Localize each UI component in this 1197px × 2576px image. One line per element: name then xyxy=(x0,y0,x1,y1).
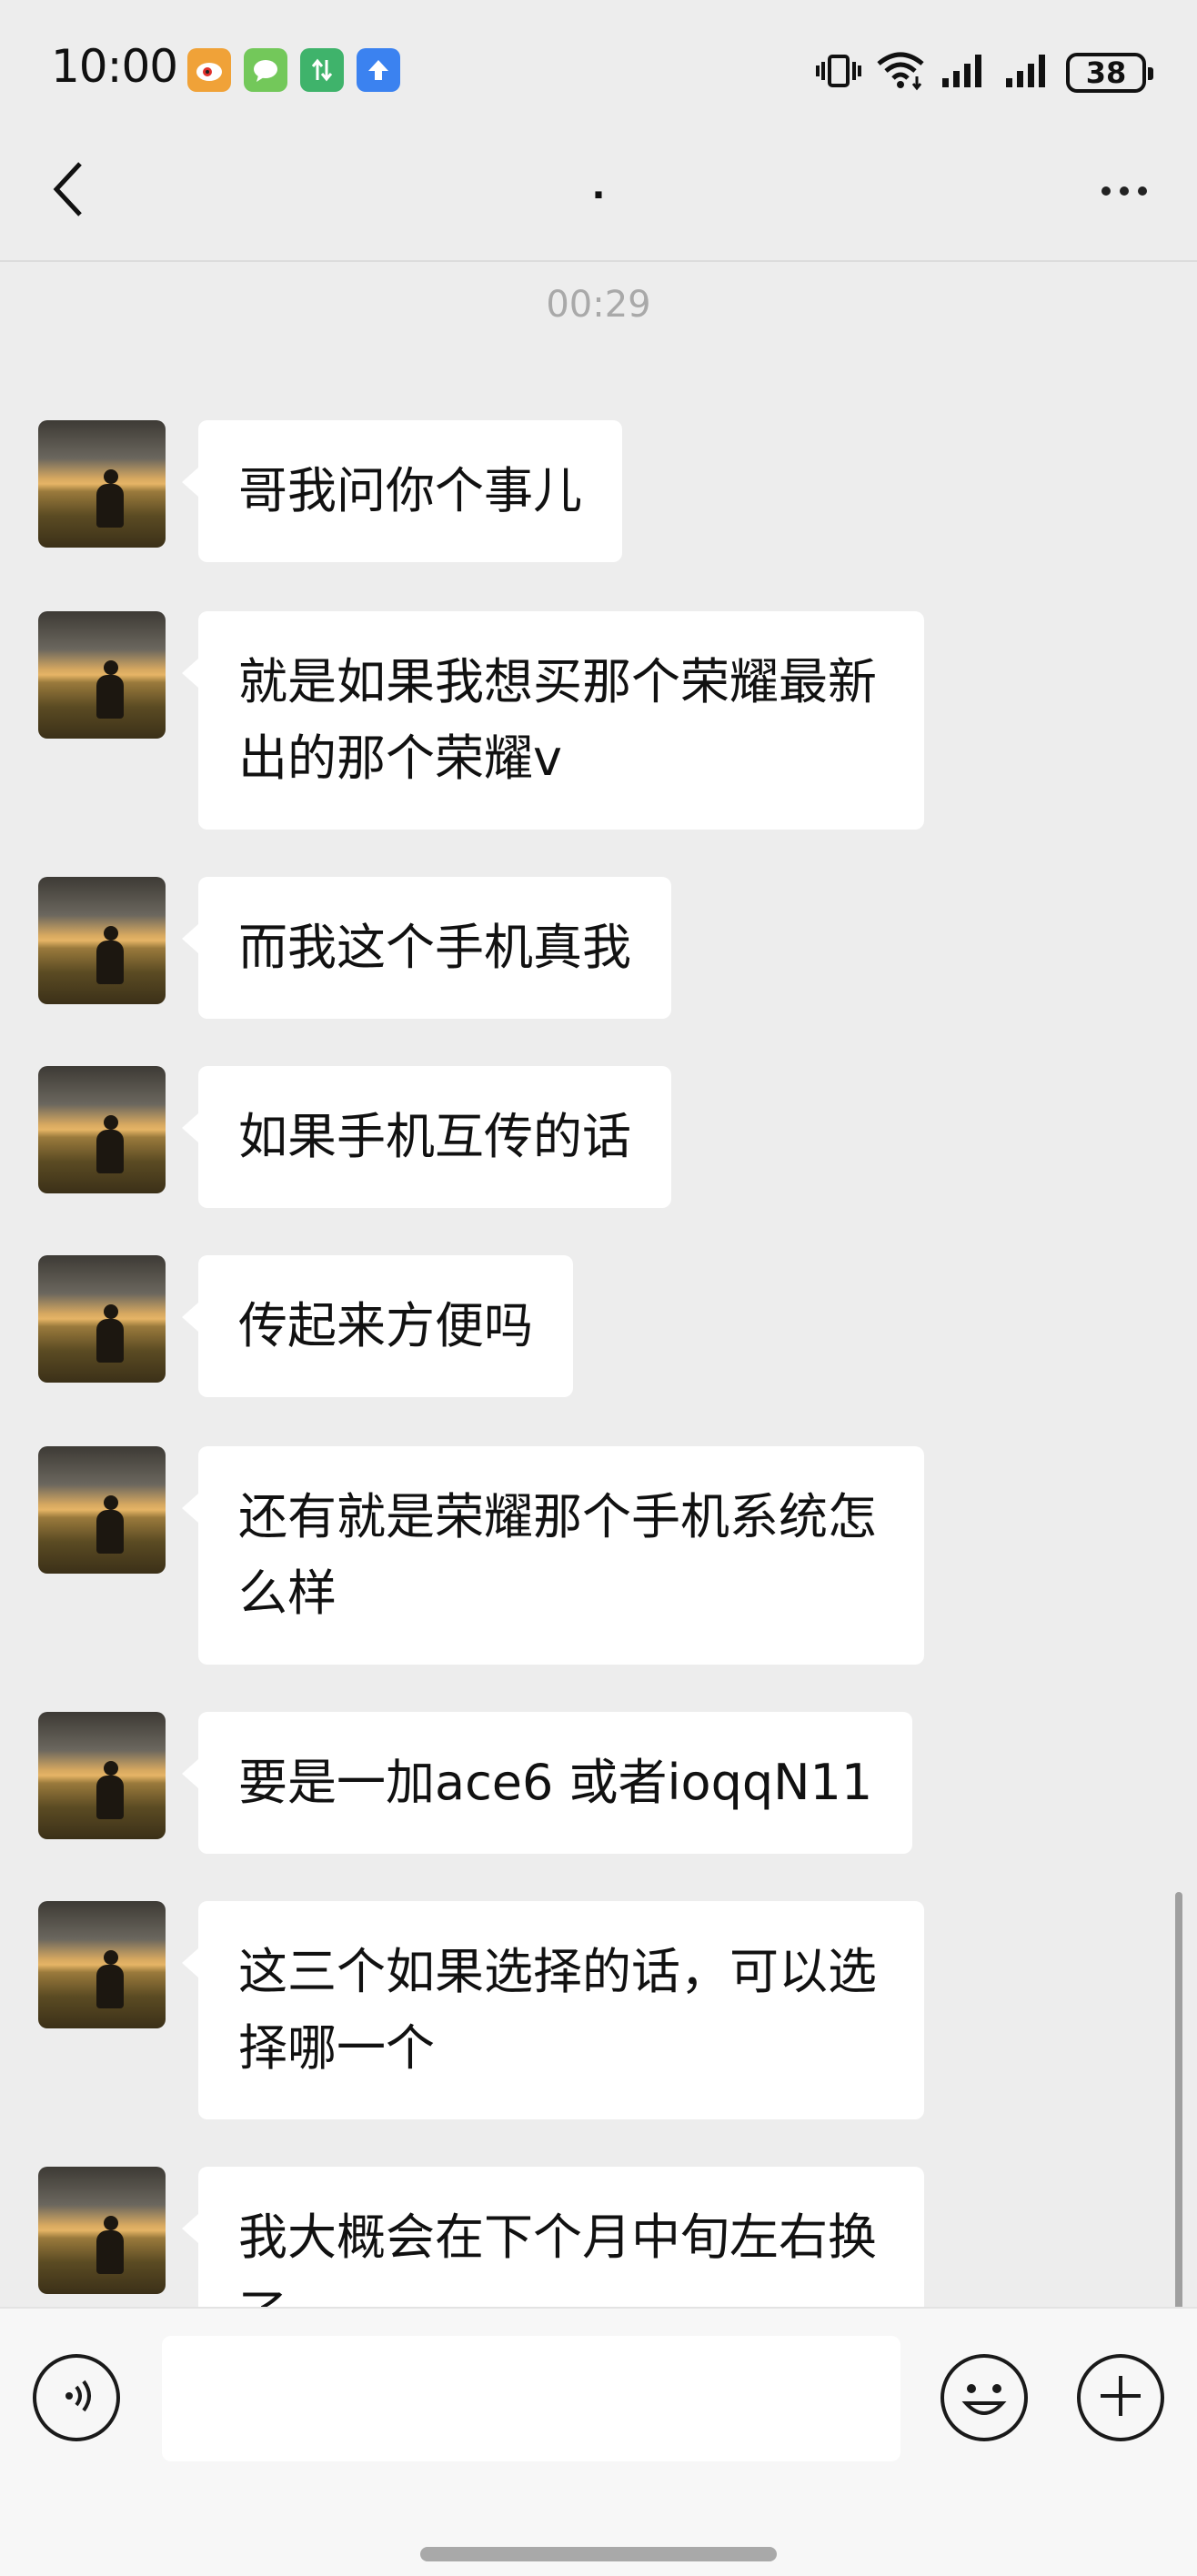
scrollbar[interactable] xyxy=(1175,1892,1182,2307)
message-bubble[interactable]: 如果手机互传的话 xyxy=(182,1066,671,1208)
message-bubble[interactable]: 这三个如果选择的话，可以选择哪一个 xyxy=(182,1901,924,2119)
avatar[interactable] xyxy=(38,611,166,739)
nav-bar: . xyxy=(0,136,1197,262)
message-bubble[interactable]: 就是如果我想买那个荣耀最新出的那个荣耀v xyxy=(182,611,924,830)
upload-icon xyxy=(357,48,400,92)
message-list[interactable]: 00:29 哥我问你个事儿 就是如果我想买那个荣耀最新出的那个荣耀v 而我这个手… xyxy=(0,264,1197,2307)
message-row: 传起来方便吗 xyxy=(38,1255,573,1397)
emoji-button[interactable] xyxy=(940,2354,1028,2441)
message-row: 就是如果我想买那个荣耀最新出的那个荣耀v xyxy=(38,611,924,830)
message-row: 我大概会在下个月中旬左右换了 xyxy=(38,2167,924,2307)
message-row: 哥我问你个事儿 xyxy=(38,420,622,562)
message-timestamp: 00:29 xyxy=(546,284,651,326)
signal-icon xyxy=(1002,53,1053,93)
avatar[interactable] xyxy=(38,2167,166,2294)
message-input[interactable] xyxy=(162,2336,900,2461)
emoji-icon xyxy=(944,2384,1024,2441)
message-bubble[interactable]: 哥我问你个事儿 xyxy=(182,420,622,562)
weibo-icon xyxy=(187,48,231,92)
plus-button[interactable] xyxy=(1077,2354,1164,2441)
message-row: 如果手机互传的话 xyxy=(38,1066,671,1208)
input-bar xyxy=(0,2307,1197,2576)
avatar[interactable] xyxy=(38,1066,166,1193)
vibrate-icon xyxy=(815,53,862,93)
avatar[interactable] xyxy=(38,420,166,548)
status-bar: 10:00 38 xyxy=(0,0,1197,136)
more-dots-icon xyxy=(1101,186,1111,196)
message-bubble[interactable]: 而我这个手机真我 xyxy=(182,877,671,1019)
chat-screen: 10:00 38 . 00:29 哥我问你个事儿 就是如果我想买那个荣耀最新出的… xyxy=(0,0,1197,2576)
message-bubble[interactable]: 传起来方便吗 xyxy=(182,1255,573,1397)
status-time: 10:00 xyxy=(51,40,178,93)
signal-icon xyxy=(939,53,990,93)
message-row: 还有就是荣耀那个手机系统怎么样 xyxy=(38,1446,924,1665)
message-bubble[interactable]: 我大概会在下个月中旬左右换了 xyxy=(182,2167,924,2307)
battery-icon: 38 xyxy=(1066,53,1153,93)
system-indicators: 38 xyxy=(815,45,1153,100)
wifi-icon xyxy=(875,51,926,95)
avatar[interactable] xyxy=(38,1712,166,1839)
more-button[interactable] xyxy=(1088,158,1161,224)
message-bubble[interactable]: 要是一加ace6 或者ioqqN11 xyxy=(181,1712,913,1854)
avatar[interactable] xyxy=(38,1446,166,1574)
chat-title: . xyxy=(591,166,606,207)
plus-icon xyxy=(1095,2370,1146,2425)
avatar[interactable] xyxy=(38,1901,166,2028)
data-sync-icon xyxy=(300,48,344,92)
voice-button[interactable] xyxy=(33,2354,120,2441)
message-row: 要是一加ace6 或者ioqqN11 xyxy=(38,1712,913,1854)
avatar[interactable] xyxy=(38,1255,166,1383)
message-icon xyxy=(244,48,287,92)
message-row: 而我这个手机真我 xyxy=(38,877,671,1019)
message-bubble[interactable]: 还有就是荣耀那个手机系统怎么样 xyxy=(182,1446,924,1665)
message-row: 这三个如果选择的话，可以选择哪一个 xyxy=(38,1901,924,2119)
home-indicator[interactable] xyxy=(420,2547,777,2561)
avatar[interactable] xyxy=(38,877,166,1004)
voice-input-icon xyxy=(55,2374,98,2421)
